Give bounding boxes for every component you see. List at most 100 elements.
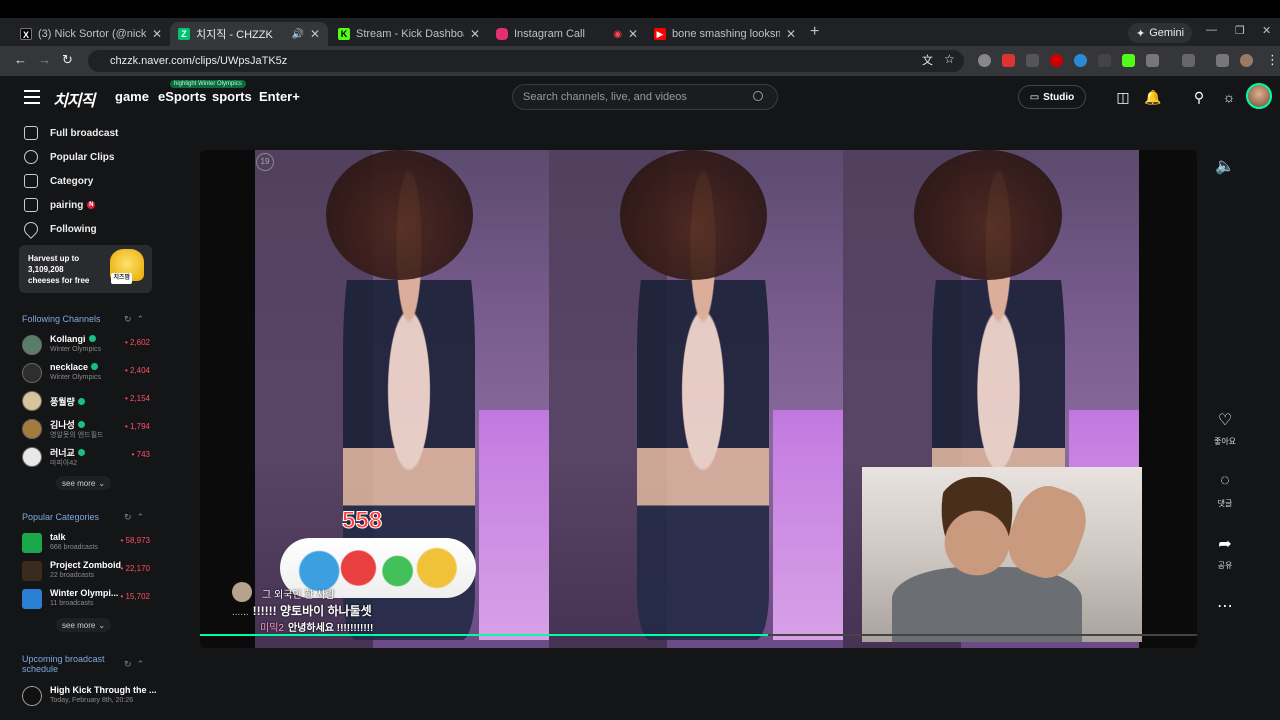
sidebar-item-category[interactable]: Category bbox=[24, 174, 93, 188]
browser-tab[interactable]: X (3) Nick Sortor (@nicksortor) / X ✕ bbox=[12, 22, 170, 46]
chevron-up-icon[interactable]: ⌃ bbox=[137, 659, 145, 669]
chevron-down-icon: ⌄ bbox=[98, 620, 106, 630]
nav-esports[interactable]: eSports bbox=[158, 89, 206, 104]
wallet-icon[interactable]: ◫ bbox=[1114, 88, 1132, 106]
following-channel[interactable]: necklace Winter Olympics • 2,404 bbox=[22, 361, 152, 385]
back-icon[interactable]: ← bbox=[14, 52, 27, 67]
highlight-badge: highlight Winter Olympics bbox=[170, 80, 246, 88]
browser-tab[interactable]: ▶ bone smashing looksmaxing - Y ✕ bbox=[646, 22, 804, 46]
upcoming-item[interactable]: High Kick Through the ... Today, Februar… bbox=[22, 684, 157, 708]
studio-icon: ▭ bbox=[1029, 91, 1040, 103]
browser-tabstrip: X (3) Nick Sortor (@nicksortor) / X ✕ Z … bbox=[0, 18, 1280, 46]
close-tab-icon[interactable]: ✕ bbox=[310, 27, 320, 41]
close-tab-icon[interactable]: ✕ bbox=[470, 27, 480, 41]
refresh-icon[interactable]: ↻ bbox=[124, 659, 132, 669]
browser-tab[interactable]: Instagram Call ◉ ✕ bbox=[488, 22, 646, 46]
close-tab-icon[interactable]: ✕ bbox=[786, 27, 796, 41]
category-item[interactable]: Project Zomboid 22 broadcasts • 22,170 bbox=[22, 559, 152, 583]
hamburger-icon[interactable] bbox=[24, 90, 40, 108]
sidebar-item-following[interactable]: Following bbox=[21, 219, 97, 239]
close-window-button[interactable]: ✕ bbox=[1262, 24, 1271, 37]
close-tab-icon[interactable]: ✕ bbox=[628, 27, 638, 41]
browser-toolbar: ← → ↻ chzzk.naver.com/clips/UWpsJaTK5z 文… bbox=[0, 46, 1280, 76]
puzzle-icon[interactable] bbox=[1146, 54, 1159, 67]
speaker-icon[interactable]: 🔊 bbox=[291, 29, 303, 40]
extension-icon[interactable] bbox=[1216, 54, 1229, 67]
sidebar-item-full-broadcast[interactable]: Full broadcast bbox=[24, 126, 118, 140]
volume-icon[interactable]: 🔈 bbox=[1214, 156, 1236, 178]
refresh-icon[interactable]: ↻ bbox=[124, 512, 132, 522]
maximize-button[interactable]: ❐ bbox=[1235, 24, 1245, 37]
category-item[interactable]: talk 666 broadcasts • 58,973 bbox=[22, 531, 152, 555]
following-channel[interactable]: 풍월량 • 2,154 bbox=[22, 389, 152, 413]
more-icon: ⋯ bbox=[1217, 598, 1233, 615]
channel-avatar bbox=[22, 686, 42, 706]
extension-icon[interactable] bbox=[1050, 54, 1063, 67]
chevron-up-icon[interactable]: ⌃ bbox=[137, 512, 145, 522]
see-more-categories-button[interactable]: see more ⌄ bbox=[56, 618, 112, 632]
close-tab-icon[interactable]: ✕ bbox=[152, 27, 162, 41]
donation-count: 558 bbox=[341, 507, 383, 535]
extension-icon[interactable] bbox=[1098, 54, 1111, 67]
youtube-icon: ▶ bbox=[654, 28, 666, 40]
following-channel[interactable]: 러너교 마피아42 • 743 bbox=[22, 445, 152, 469]
category-item[interactable]: Winter Olympi... 11 broadcasts • 15,702 bbox=[22, 587, 152, 611]
extension-icon[interactable] bbox=[1182, 54, 1195, 67]
kick-extension-icon[interactable] bbox=[1122, 54, 1135, 67]
new-tab-button[interactable]: + bbox=[810, 23, 819, 41]
browser-tab-active[interactable]: Z 치지직 - CHZZK 🔊 ✕ bbox=[170, 22, 328, 46]
following-section-title: Following Channels bbox=[22, 314, 101, 324]
nav-enter[interactable]: Enter+ bbox=[259, 89, 300, 104]
forward-icon[interactable]: → bbox=[38, 52, 51, 67]
chat-avatar bbox=[232, 582, 252, 602]
extension-icon[interactable] bbox=[1026, 54, 1039, 67]
profile-avatar[interactable] bbox=[1240, 54, 1253, 67]
nav-game[interactable]: game bbox=[115, 89, 149, 104]
more-button[interactable]: ⋯ bbox=[1204, 596, 1246, 618]
chevron-up-icon[interactable]: ⌃ bbox=[137, 314, 145, 324]
extension-icon[interactable] bbox=[978, 54, 991, 67]
category-icon bbox=[24, 174, 38, 188]
search-icon[interactable] bbox=[753, 91, 763, 101]
comment-button[interactable]: ◌ 댓글 bbox=[1204, 472, 1246, 509]
bookmark-star-icon[interactable]: ☆ bbox=[944, 52, 955, 66]
chzzk-icon: Z bbox=[178, 28, 190, 40]
clip-player[interactable]: 19 558 그 외국인 한 사람 ......!!!!!! 양토바이 하나둘셋… bbox=[200, 150, 1197, 648]
extension-icon[interactable] bbox=[1074, 54, 1087, 67]
following-channel[interactable]: Kollangi Winter Olympics • 2,602 bbox=[22, 333, 152, 357]
like-button[interactable]: ♡ 좋아요 bbox=[1204, 410, 1246, 447]
address-bar[interactable]: chzzk.naver.com/clips/UWpsJaTK5z bbox=[88, 50, 964, 72]
extension-icon[interactable] bbox=[1002, 54, 1015, 67]
minimize-button[interactable]: — bbox=[1206, 24, 1217, 36]
share-button[interactable]: ➦ 공유 bbox=[1204, 534, 1246, 571]
user-avatar[interactable] bbox=[1246, 83, 1272, 109]
search-key-icon[interactable]: ⚲ bbox=[1190, 88, 1208, 106]
instagram-icon bbox=[496, 28, 508, 40]
cheese-promo-banner[interactable]: Harvest up to 3,109,208 cheeses for free… bbox=[19, 245, 152, 293]
bell-icon[interactable]: 🔔 bbox=[1144, 88, 1162, 106]
clips-icon bbox=[24, 150, 38, 164]
refresh-icon[interactable]: ↻ bbox=[124, 314, 132, 324]
upcoming-section-title: Upcoming broadcast schedule bbox=[22, 654, 105, 674]
studio-button[interactable]: ▭ Studio bbox=[1018, 85, 1086, 109]
gemini-button[interactable]: ✦ Gemini bbox=[1128, 23, 1193, 43]
following-section-tools: ↻ ⌃ bbox=[124, 314, 144, 325]
sidebar: Full broadcast Popular Clips Category pa… bbox=[0, 120, 170, 720]
recording-icon: ◉ bbox=[613, 28, 622, 40]
broadcast-icon bbox=[24, 126, 38, 140]
search-input[interactable] bbox=[523, 91, 743, 103]
progress-bar[interactable] bbox=[200, 634, 1197, 636]
share-icon: ➦ bbox=[1218, 536, 1232, 553]
menu-icon[interactable]: ⋮ bbox=[1266, 52, 1279, 68]
following-channel[interactable]: 김나성 영알못의 엔드필드 • 1,794 bbox=[22, 417, 152, 441]
theme-sun-icon[interactable]: ☼ bbox=[1220, 88, 1238, 106]
see-more-following-button[interactable]: see more ⌄ bbox=[56, 476, 112, 490]
nav-sports[interactable]: sports bbox=[212, 89, 252, 104]
translate-icon[interactable]: 文 bbox=[922, 52, 933, 68]
sidebar-item-popular-clips[interactable]: Popular Clips bbox=[24, 150, 114, 164]
reload-icon[interactable]: ↻ bbox=[62, 52, 73, 68]
browser-tab[interactable]: K Stream - Kick Dashboard ✕ bbox=[330, 22, 488, 46]
gemini-icon: ✦ bbox=[1136, 27, 1146, 40]
sidebar-item-pairing[interactable]: pairing N bbox=[24, 198, 96, 212]
site-logo[interactable]: 치지직 bbox=[53, 87, 95, 111]
